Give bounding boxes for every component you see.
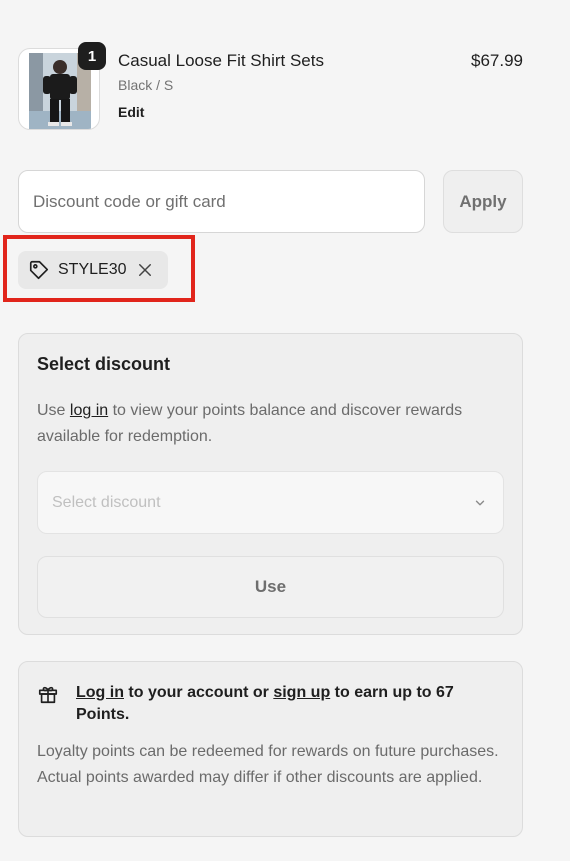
loyalty-text: to your account or [123,684,274,701]
select-discount-dropdown[interactable]: Select discount [37,471,504,534]
select-discount-card: Select discount Use log in to view your … [18,333,523,635]
loyalty-login-link[interactable]: Log in [76,684,124,701]
signup-link[interactable]: sign up [273,684,330,701]
applied-discount-chip: STYLE30 [18,251,168,289]
product-name: Casual Loose Fit Shirt Sets [118,51,324,70]
discount-code-input[interactable]: Discount code or gift card [18,170,425,233]
apply-button[interactable]: Apply [443,170,523,233]
loyalty-description: Loyalty points can be redeemed for rewar… [37,743,499,786]
line-item: 1 Casual Loose Fit Shirt Sets Black / S … [18,42,523,130]
loyalty-card: Log in to your account or sign up to ear… [18,661,523,837]
desc-text: Use [37,402,70,419]
edit-link[interactable]: Edit [118,104,144,120]
close-icon[interactable] [136,261,154,279]
select-discount-description: Use log in to view your points balance a… [37,398,507,450]
quantity-badge: 1 [78,42,106,70]
gift-icon [38,686,58,704]
chevron-down-icon [475,500,485,506]
select-placeholder: Select discount [52,493,161,511]
loyalty-heading: Log in to your account or sign up to ear… [76,682,476,726]
select-discount-title: Select discount [37,354,171,374]
tag-icon [29,260,49,280]
product-price: $67.99 [471,51,523,70]
product-variant: Black / S [118,77,174,93]
applied-code-text: STYLE30 [58,261,127,278]
login-link[interactable]: log in [70,402,108,419]
use-button[interactable]: Use [37,556,504,618]
